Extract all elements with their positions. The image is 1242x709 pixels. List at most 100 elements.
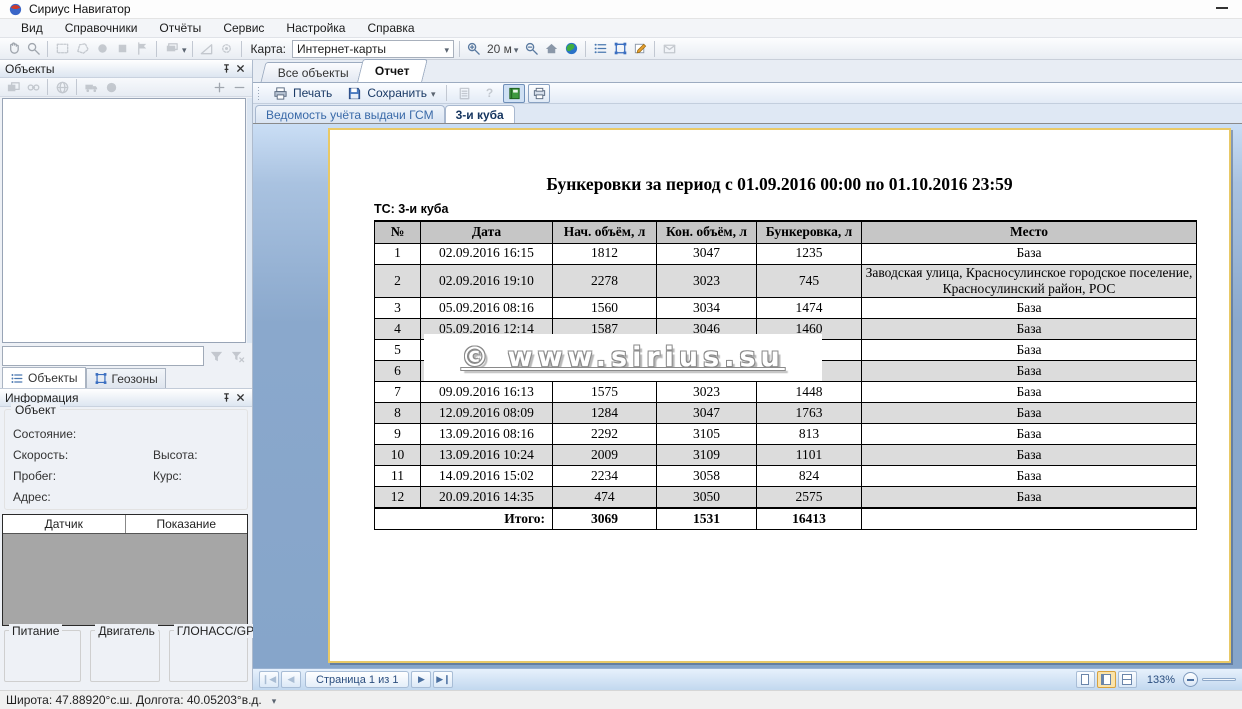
sphere-icon[interactable] (102, 78, 120, 96)
map-combobox[interactable]: Интернет-карты (292, 40, 454, 58)
scale-caret-icon[interactable] (514, 42, 519, 56)
flag-tool-icon[interactable] (133, 40, 151, 58)
book-view-button[interactable] (503, 84, 525, 103)
table-row: 1220.09.2016 14:3547430502575База (375, 487, 1197, 508)
page-setup-button[interactable] (453, 84, 475, 103)
circle-tool-icon[interactable] (93, 40, 111, 58)
print-button[interactable]: Печать (266, 84, 337, 103)
edit-note-icon[interactable] (631, 40, 649, 58)
single-page-view-button[interactable] (1076, 671, 1095, 688)
column-header: Дата (421, 221, 553, 243)
mail-icon[interactable] (660, 40, 678, 58)
statusbar-caret-icon[interactable] (272, 693, 277, 707)
menu-item-help[interactable]: Справка (356, 19, 425, 37)
tab-cube-report[interactable]: 3-и куба (445, 105, 515, 123)
map-scale-value: 20 м (487, 42, 512, 56)
close-icon[interactable] (233, 391, 247, 405)
zoom-out-button[interactable] (1183, 672, 1198, 687)
tab-gsm-report[interactable]: Ведомость учёта выдачи ГСМ (255, 105, 445, 123)
minus-icon[interactable] (230, 78, 248, 96)
zoom-in-icon[interactable] (465, 40, 483, 58)
cell: База (862, 487, 1197, 508)
glonass-gps-indicator: ГЛОНАСС/GPS (169, 630, 248, 682)
engine-indicator: Двигатель (90, 630, 159, 682)
rect-select-icon[interactable] (53, 40, 71, 58)
polygon-select-icon[interactable] (73, 40, 91, 58)
cell: 2575 (757, 487, 862, 508)
engine-indicator-label: Двигатель (95, 624, 158, 638)
power-indicator: Питание (4, 630, 81, 682)
menu-item-view[interactable]: Вид (10, 19, 54, 37)
zoom-window-icon[interactable] (24, 40, 42, 58)
square-tool-icon[interactable] (113, 40, 131, 58)
legend-list-icon[interactable] (591, 40, 609, 58)
info-body: Объект Состояние: Скорость: Высота: Проб… (0, 407, 252, 512)
vehicle-icon[interactable] (82, 78, 100, 96)
report-viewport[interactable]: Бункеровки за период с 01.09.2016 00:00 … (253, 123, 1242, 668)
filter-clear-icon[interactable] (228, 347, 246, 365)
cell: База (862, 466, 1197, 487)
globe-gray-icon[interactable] (53, 78, 71, 96)
cell: 824 (757, 466, 862, 487)
cell: 3050 (657, 487, 757, 508)
tab-cube-report-label: 3-и куба (456, 108, 504, 122)
app-icon (6, 0, 24, 18)
globe-icon[interactable] (562, 40, 580, 58)
cell: 13.09.2016 10:24 (421, 445, 553, 466)
help-button[interactable]: ? (478, 84, 500, 103)
coordinates-text: Широта: 47.88920°с.ш. Долгота: 40.05203°… (6, 693, 262, 707)
plus-icon[interactable] (210, 78, 228, 96)
left-tabs: Объекты Геозоны (0, 368, 252, 389)
multi-page-view-button[interactable] (1118, 671, 1137, 688)
close-icon[interactable] (233, 62, 247, 76)
selection-frame-icon[interactable] (611, 40, 629, 58)
objects-list[interactable] (2, 98, 246, 343)
filter-icon[interactable] (207, 347, 225, 365)
cell: 745 (757, 264, 862, 298)
menu-item-settings[interactable]: Настройка (275, 19, 356, 37)
menu-item-directories[interactable]: Справочники (54, 19, 149, 37)
first-page-button[interactable] (259, 671, 279, 688)
tab-objects[interactable]: Объекты (2, 367, 86, 388)
cell: 1474 (757, 298, 862, 319)
link-icon[interactable] (24, 78, 42, 96)
menu-item-reports[interactable]: Отчёты (148, 19, 212, 37)
power-indicator-label: Питание (9, 624, 62, 638)
prev-page-button[interactable] (281, 671, 301, 688)
ruler-icon[interactable] (198, 40, 216, 58)
pin-icon[interactable] (219, 62, 233, 76)
menu-item-service[interactable]: Сервис (212, 19, 275, 37)
last-page-button[interactable] (433, 671, 453, 688)
minimize-button[interactable] (1216, 7, 1228, 9)
pan-hand-icon[interactable] (4, 40, 22, 58)
measure-icon[interactable] (218, 40, 236, 58)
tab-report[interactable]: Отчет (357, 59, 427, 82)
cell: 05.09.2016 08:16 (421, 298, 553, 319)
tab-gsm-report-label: Ведомость учёта выдачи ГСМ (266, 108, 434, 122)
zoom-out-icon[interactable] (522, 40, 540, 58)
tab-all-objects[interactable]: Все объекты (261, 62, 367, 82)
save-button[interactable]: Сохранить (340, 84, 440, 103)
cell: База (862, 340, 1197, 361)
zoom-slider[interactable] (1202, 678, 1236, 681)
objects-list-scrollbar[interactable] (247, 98, 252, 343)
indicator-group: Питание Двигатель ГЛОНАСС/GPS (0, 630, 252, 686)
cell: 3023 (657, 382, 757, 403)
help-icon: ? (486, 86, 493, 100)
save-button-label: Сохранить (367, 86, 427, 100)
print-button-label: Печать (293, 86, 332, 100)
tab-geozones[interactable]: Геозоны (86, 368, 166, 388)
home-icon[interactable] (542, 40, 560, 58)
next-page-button[interactable] (411, 671, 431, 688)
single-page-icon (1081, 674, 1089, 685)
layers-caret-icon[interactable] (182, 42, 187, 56)
pin-icon[interactable] (219, 391, 233, 405)
add-group-icon[interactable] (4, 78, 22, 96)
layers-icon[interactable] (162, 40, 180, 58)
page-indicator[interactable]: Страница 1 из 1 (305, 671, 409, 688)
column-header: Место (862, 221, 1197, 243)
tab-geozones-label: Геозоны (112, 372, 158, 386)
print-layout-button[interactable] (528, 84, 550, 103)
fit-width-view-button[interactable] (1097, 671, 1116, 688)
search-input[interactable] (2, 346, 204, 366)
